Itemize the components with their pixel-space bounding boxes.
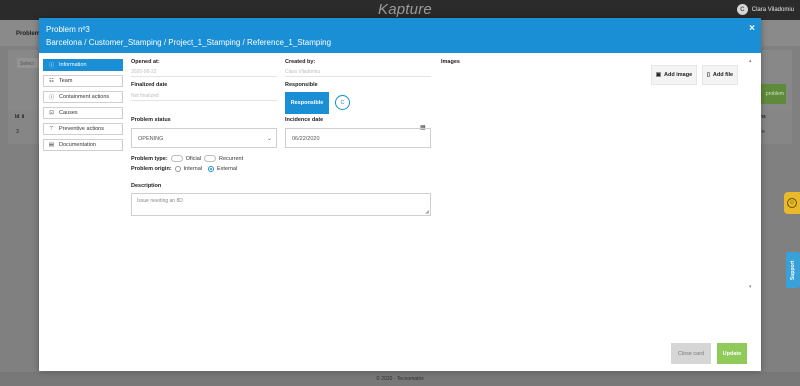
user-menu[interactable]: C Clara Viladomiu: [736, 4, 794, 15]
problem-type-row: Problem type: Oficial Recurrent: [131, 155, 243, 162]
description-value: Issue needing an 8D: [137, 198, 183, 204]
scroll-down-icon[interactable]: ▾: [749, 284, 752, 290]
description-label: Description: [131, 183, 162, 189]
nav-label: Documentation: [59, 142, 96, 148]
nav-team[interactable]: ☷ Team: [43, 75, 123, 87]
update-button[interactable]: Update: [717, 343, 747, 364]
opened-at-value: 2020-06-22: [131, 69, 157, 75]
document-icon: ▤: [48, 142, 55, 148]
problem-origin-row: Problem origin: Internal External: [131, 166, 237, 172]
support-tab[interactable]: Support: [786, 252, 800, 288]
add-file-label: Add file: [712, 72, 734, 78]
background-add-problem-button: problem: [758, 84, 786, 104]
images-label: Images: [441, 59, 460, 65]
modal-breadcrumb: Barcelona / Customer_Stamping / Project_…: [46, 38, 332, 47]
recurrent-label: Recurrent: [218, 155, 244, 162]
causes-icon: ⊡: [49, 110, 54, 116]
nav-causes[interactable]: ⊡ Causes: [43, 107, 123, 119]
background-tab-problem: Problem: [16, 31, 41, 37]
external-radio[interactable]: [208, 166, 214, 172]
add-file-button[interactable]: ▯ Add file: [702, 65, 738, 85]
created-by-label: Created by:: [285, 59, 316, 65]
recurrent-toggle[interactable]: [203, 155, 216, 162]
internal-radio[interactable]: [174, 166, 181, 172]
close-card-button[interactable]: Close card: [671, 343, 711, 364]
nav-label: Causes: [59, 110, 78, 116]
background-cell-id: 3: [16, 129, 19, 135]
finalized-date-label: Finalized date: [131, 82, 168, 88]
file-icon: ▯: [706, 72, 710, 78]
nav-containment-actions[interactable]: ⓘ Containment actions: [43, 91, 123, 103]
finalized-date-value: Not finalized: [131, 93, 159, 99]
close-icon[interactable]: ×: [749, 23, 755, 34]
problem-modal: Problem nº3 Barcelona / Customer_Stampin…: [39, 18, 761, 371]
nav-label: Preventive actions: [59, 126, 104, 132]
divider: [131, 76, 277, 77]
nav-information[interactable]: ⓘ Information: [43, 59, 123, 71]
top-bar: Kapture C Clara Viladomiu: [0, 0, 800, 20]
created-by-value: Clara Viladomiu: [285, 69, 321, 75]
info-circle-icon: ⓘ: [48, 95, 55, 101]
scroll-up-icon[interactable]: ▴: [749, 58, 752, 64]
modal-side-nav: ⓘ Information ☷ Team ⓘ Containment actio…: [43, 59, 123, 155]
opened-at-label: Opened at:: [131, 59, 160, 65]
oficial-toggle[interactable]: [170, 155, 183, 162]
chevron-down-icon: ⌄: [266, 136, 272, 142]
add-image-button[interactable]: ▣ Add image: [651, 65, 697, 85]
user-avatar[interactable]: C: [736, 4, 748, 15]
background-cell-action: e: [762, 129, 765, 135]
nav-documentation[interactable]: ▤ Documentation: [43, 139, 123, 151]
description-textarea[interactable]: Issue needing an 8D ◢: [131, 193, 431, 216]
image-icon: ▣: [655, 72, 662, 78]
modal-scrollbar[interactable]: ▴ ▾: [749, 58, 755, 292]
responsible-avatar[interactable]: C: [335, 95, 350, 110]
divider: [131, 100, 277, 101]
modal-title: Problem nº3: [46, 25, 90, 34]
problem-status-value: OPENING: [138, 136, 164, 142]
user-name[interactable]: Clara Viladomiu: [752, 7, 794, 13]
incidence-date-label: Incidence date: [285, 117, 324, 123]
nav-label: Containment actions: [59, 94, 110, 100]
smiley-icon: ☺: [787, 198, 797, 208]
nav-label: Information: [59, 62, 87, 68]
incidence-date-input[interactable]: 06/22/2020: [285, 128, 431, 148]
problem-status-select[interactable]: OPENING ⌄: [131, 128, 277, 148]
team-icon: ☷: [49, 78, 54, 84]
external-label: External: [217, 166, 238, 172]
oficial-label: Oficial: [185, 155, 201, 162]
problem-status-label: Problem status: [131, 117, 171, 123]
modal-header: Problem nº3 Barcelona / Customer_Stampin…: [39, 18, 761, 53]
kapture-logo: Kapture: [378, 1, 432, 18]
feedback-widget[interactable]: ☺: [784, 192, 800, 214]
background-col-id: Id ⇕: [15, 114, 26, 120]
problem-origin-label: Problem origin:: [131, 166, 172, 172]
divider: [285, 76, 431, 77]
footer: © 2020 - Tecnomatrix: [0, 372, 800, 386]
resize-handle-icon[interactable]: ◢: [425, 209, 429, 215]
responsible-button[interactable]: Responsible: [285, 92, 329, 114]
nav-preventive-actions[interactable]: ⚚ Preventive actions: [43, 123, 123, 135]
preventive-icon: ⚚: [49, 126, 54, 132]
internal-label: Internal: [183, 166, 202, 172]
nav-label: Team: [59, 78, 73, 84]
problem-type-label: Problem type:: [131, 155, 168, 162]
info-icon: ⓘ: [48, 63, 55, 69]
add-image-label: Add image: [664, 72, 693, 78]
responsible-label: Responsible: [285, 82, 318, 88]
